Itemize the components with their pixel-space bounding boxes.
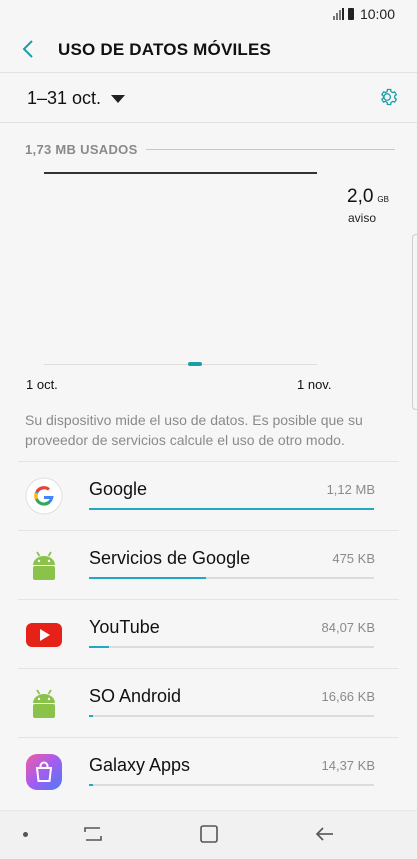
recent-apps-icon[interactable]	[82, 823, 104, 845]
app-usage-list: Google 1,12 MB Servicios de Google 475 K…	[18, 461, 399, 806]
navigation-bar	[0, 810, 417, 859]
data-usage-chart[interactable]: 2,0 GB aviso 1 oct. 1 nov.	[0, 160, 417, 400]
signal-icon	[332, 8, 344, 20]
galaxy-apps-icon	[26, 754, 62, 790]
status-icons: 10:00	[332, 6, 395, 22]
android-icon	[33, 689, 55, 718]
x-end-label: 1 nov.	[297, 377, 332, 392]
info-text: Su dispositivo mide el uso de datos. Es …	[25, 412, 363, 448]
page-title: USO DE DATOS MÓVILES	[58, 40, 272, 59]
scroll-indicator[interactable]	[412, 234, 417, 410]
youtube-icon	[26, 623, 62, 647]
limit-number: 2,0	[347, 186, 374, 207]
app-name: Galaxy Apps	[89, 755, 191, 775]
dropdown-caret-icon	[111, 94, 126, 103]
app-size: 475 KB	[332, 551, 375, 566]
settings-gear-icon[interactable]	[378, 86, 400, 108]
usage-bar	[89, 646, 374, 648]
app-name: YouTube	[89, 617, 160, 637]
status-bar: 10:00	[0, 0, 417, 28]
limit-note: aviso	[348, 211, 377, 225]
list-item[interactable]: Google 1,12 MB	[18, 461, 399, 530]
app-size: 14,37 KB	[321, 758, 376, 773]
app-name: Google	[89, 479, 148, 499]
app-size: 16,66 KB	[321, 689, 376, 704]
list-item[interactable]: YouTube 84,07 KB	[18, 599, 399, 668]
back-icon[interactable]	[314, 823, 336, 845]
usage-bar-fill	[89, 577, 206, 579]
app-bar: USO DE DATOS MÓVILES	[0, 28, 417, 72]
usage-bar	[89, 784, 374, 786]
x-start-label: 1 oct.	[26, 377, 58, 392]
android-icon	[33, 551, 55, 580]
back-arrow-icon[interactable]	[18, 38, 40, 60]
chart-baseline	[44, 364, 317, 365]
period-divider	[0, 122, 417, 123]
list-item[interactable]: SO Android 16,66 KB	[18, 668, 399, 737]
warning-limit-value: 2,0 GB	[347, 186, 389, 208]
google-icon	[25, 477, 63, 515]
list-item[interactable]: Servicios de Google 475 KB	[18, 530, 399, 599]
status-time: 10:00	[359, 6, 395, 22]
battery-icon	[347, 8, 354, 20]
keyboard-toggle-dot-icon[interactable]	[23, 832, 28, 837]
usage-bar	[89, 715, 374, 717]
usage-bar-fill	[89, 508, 374, 510]
usage-bar	[89, 577, 374, 579]
warning-limit-line[interactable]	[44, 172, 317, 174]
period-selector[interactable]: 1–31 oct.	[27, 88, 126, 109]
limit-unit: GB	[377, 195, 389, 204]
header-divider	[0, 72, 417, 73]
app-size: 1,12 MB	[326, 482, 375, 497]
usage-summary: 1,73 MB USADOS	[25, 141, 395, 157]
home-icon[interactable]	[198, 823, 220, 845]
app-name: Servicios de Google	[89, 548, 251, 568]
used-amount-label: 1,73 MB USADOS	[25, 142, 146, 157]
usage-bar	[89, 508, 374, 510]
usage-bar-fill	[89, 715, 94, 717]
app-name: SO Android	[89, 686, 182, 706]
usage-bar-fill	[89, 646, 109, 648]
period-label: 1–31 oct.	[27, 88, 102, 108]
list-item[interactable]: Galaxy Apps 14,37 KB	[18, 737, 399, 806]
app-size: 84,07 KB	[321, 620, 376, 635]
usage-mark	[188, 362, 202, 366]
usage-bar-fill	[89, 784, 93, 786]
